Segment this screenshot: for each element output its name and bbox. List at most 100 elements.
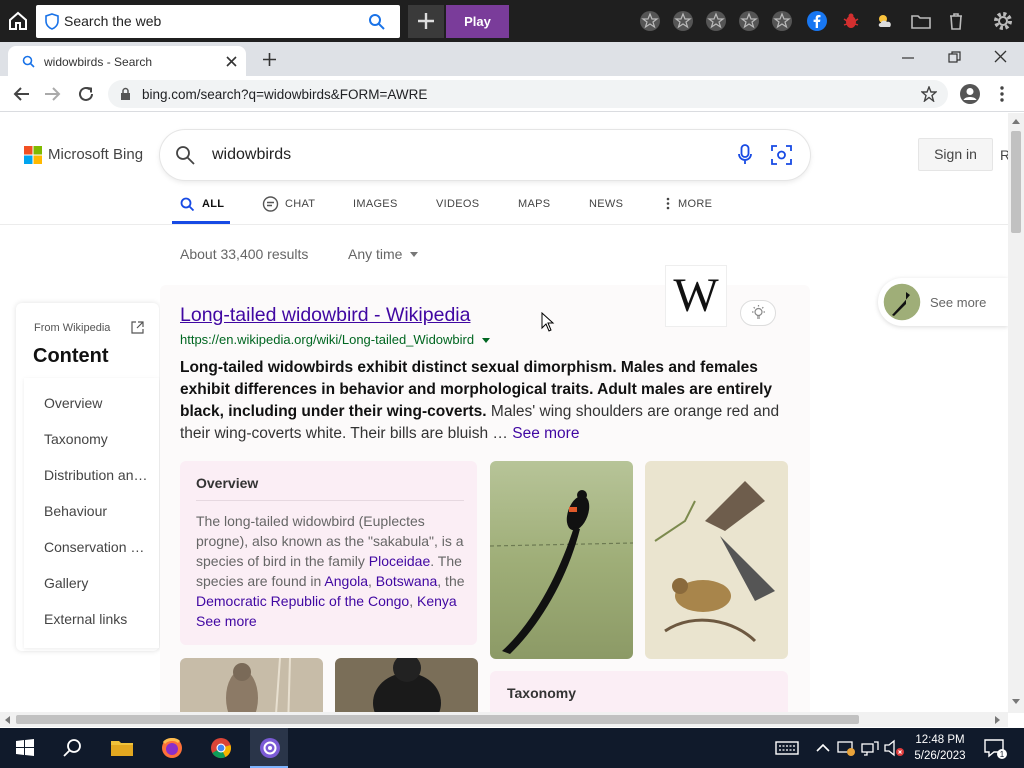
star-icon[interactable]: [771, 10, 793, 32]
star-icon[interactable]: [705, 10, 727, 32]
chevron-up-icon[interactable]: [814, 736, 832, 760]
link-kenya[interactable]: Kenya: [417, 593, 457, 609]
tab-maps[interactable]: MAPS: [518, 198, 550, 210]
chevron-down-icon[interactable]: [481, 338, 490, 344]
close-window-icon[interactable]: [994, 50, 1007, 63]
lock-icon[interactable]: [120, 87, 131, 101]
link-drc[interactable]: Democratic Republic of the Congo: [196, 593, 409, 609]
snippet-see-more-link[interactable]: See more: [512, 425, 579, 442]
bookmark-star-icon[interactable]: [921, 86, 937, 102]
windows-start-icon[interactable]: [12, 736, 38, 760]
new-tab-icon[interactable]: [262, 52, 277, 67]
reload-icon[interactable]: [77, 85, 95, 103]
star-icon[interactable]: [639, 10, 661, 32]
widowbird-photo-small: [226, 658, 291, 713]
browser-app-icon[interactable]: [257, 736, 283, 760]
forward-arrow-icon[interactable]: [44, 86, 62, 102]
back-arrow-icon[interactable]: [12, 86, 30, 102]
windows-taskbar: 12:48 PM 5/26/2023 1: [0, 728, 1024, 768]
search-input[interactable]: widowbirds: [212, 146, 291, 164]
home-icon[interactable]: [6, 9, 30, 33]
play-button[interactable]: Play: [446, 5, 509, 38]
clock-time: 12:48 PM: [915, 734, 965, 746]
lightbulb-icon: [752, 305, 765, 319]
search-icon[interactable]: [368, 13, 385, 30]
content-item-overview[interactable]: Overview: [44, 395, 102, 411]
scroll-left-icon[interactable]: [5, 716, 10, 724]
link-botswana[interactable]: Botswana: [376, 573, 437, 589]
external-link-icon[interactable]: [131, 321, 144, 334]
network-icon[interactable]: [860, 736, 880, 760]
bug-icon[interactable]: [840, 10, 862, 32]
horizontal-scroll-thumb[interactable]: [16, 715, 859, 724]
overview-see-more-link[interactable]: See more: [196, 613, 257, 629]
trash-icon[interactable]: [945, 10, 967, 32]
bird-illustration[interactable]: [645, 461, 788, 659]
link-ploceidae[interactable]: Ploceidae: [369, 553, 431, 569]
content-item-distribution[interactable]: Distribution an…: [44, 467, 148, 483]
profile-icon[interactable]: [959, 83, 981, 105]
clock-date: 5/26/2023: [914, 750, 966, 762]
content-item-conservation[interactable]: Conservation …: [44, 539, 144, 555]
tab-videos[interactable]: VIDEOS: [436, 198, 479, 210]
firefox-icon[interactable]: [159, 736, 185, 760]
content-item-gallery[interactable]: Gallery: [44, 575, 88, 591]
content-item-behaviour[interactable]: Behaviour: [44, 503, 107, 519]
search-icon[interactable]: [175, 145, 195, 165]
see-more-chip[interactable]: See more: [878, 278, 1008, 326]
tab-more-label: MORE: [678, 198, 713, 210]
tab-widowbirds[interactable]: widowbirds - Search: [8, 46, 246, 76]
network-warning-icon[interactable]: [836, 736, 856, 760]
wikipedia-content-card: From Wikipedia Content Overview Taxonomy…: [16, 303, 159, 651]
folder-icon[interactable]: [910, 10, 932, 32]
minimize-icon[interactable]: [902, 56, 914, 60]
tab-images[interactable]: IMAGES: [353, 198, 398, 210]
facebook-icon[interactable]: [806, 10, 828, 32]
scroll-up-icon[interactable]: [1012, 119, 1020, 124]
star-icon[interactable]: [738, 10, 760, 32]
search-icon[interactable]: [60, 736, 86, 760]
visual-search-icon[interactable]: [771, 145, 792, 165]
scroll-right-icon[interactable]: [995, 716, 1000, 724]
microphone-icon[interactable]: [738, 144, 752, 166]
settings-gear-icon[interactable]: [992, 10, 1014, 32]
scroll-down-icon[interactable]: [1012, 699, 1020, 704]
active-tab-underline: [172, 221, 230, 224]
file-explorer-icon[interactable]: [109, 736, 135, 760]
vertical-scrollbar[interactable]: [1008, 113, 1024, 713]
volume-muted-icon[interactable]: [882, 736, 906, 760]
close-icon[interactable]: [226, 56, 237, 67]
restore-icon[interactable]: [948, 51, 961, 63]
content-item-taxonomy[interactable]: Taxonomy: [44, 431, 108, 447]
plus-icon: [418, 13, 434, 29]
system-clock[interactable]: 12:48 PM 5/26/2023: [908, 732, 972, 764]
bird-photo-small-1[interactable]: [180, 658, 323, 713]
tab-news[interactable]: NEWS: [589, 198, 623, 210]
microsoft-logo-icon: [24, 146, 42, 164]
rewards-label-clipped[interactable]: R: [1000, 147, 1008, 163]
notifications-icon[interactable]: 1: [982, 736, 1008, 760]
search-box[interactable]: widowbirds: [160, 130, 810, 180]
star-icon[interactable]: [672, 10, 694, 32]
keyboard-icon[interactable]: [774, 736, 800, 760]
url-field[interactable]: bing.com/search?q=widowbirds&FORM=AWRE: [108, 80, 948, 108]
web-search-box[interactable]: Search the web: [36, 5, 400, 38]
menu-dots-icon[interactable]: [999, 85, 1005, 103]
horizontal-scrollbar[interactable]: [0, 712, 1008, 727]
result-title-link[interactable]: Long-tailed widowbird - Wikipedia: [180, 304, 470, 327]
weather-icon[interactable]: [874, 10, 896, 32]
result-url[interactable]: https://en.wikipedia.org/wiki/Long-taile…: [180, 332, 490, 347]
link-angola[interactable]: Angola: [324, 573, 368, 589]
content-item-external-links[interactable]: External links: [44, 611, 127, 627]
add-button[interactable]: [408, 5, 444, 38]
any-time-filter[interactable]: Any time: [348, 246, 418, 262]
vertical-scroll-thumb[interactable]: [1011, 131, 1021, 233]
lightbulb-button[interactable]: [740, 300, 776, 326]
bird-photo-grass[interactable]: [490, 461, 633, 659]
divider: [196, 500, 464, 501]
chrome-icon[interactable]: [208, 736, 234, 760]
sign-in-button[interactable]: Sign in: [918, 138, 993, 171]
overview-text-part: ,: [368, 573, 376, 589]
from-wikipedia-label: From Wikipedia: [34, 322, 111, 334]
bird-photo-small-2[interactable]: [335, 658, 478, 713]
